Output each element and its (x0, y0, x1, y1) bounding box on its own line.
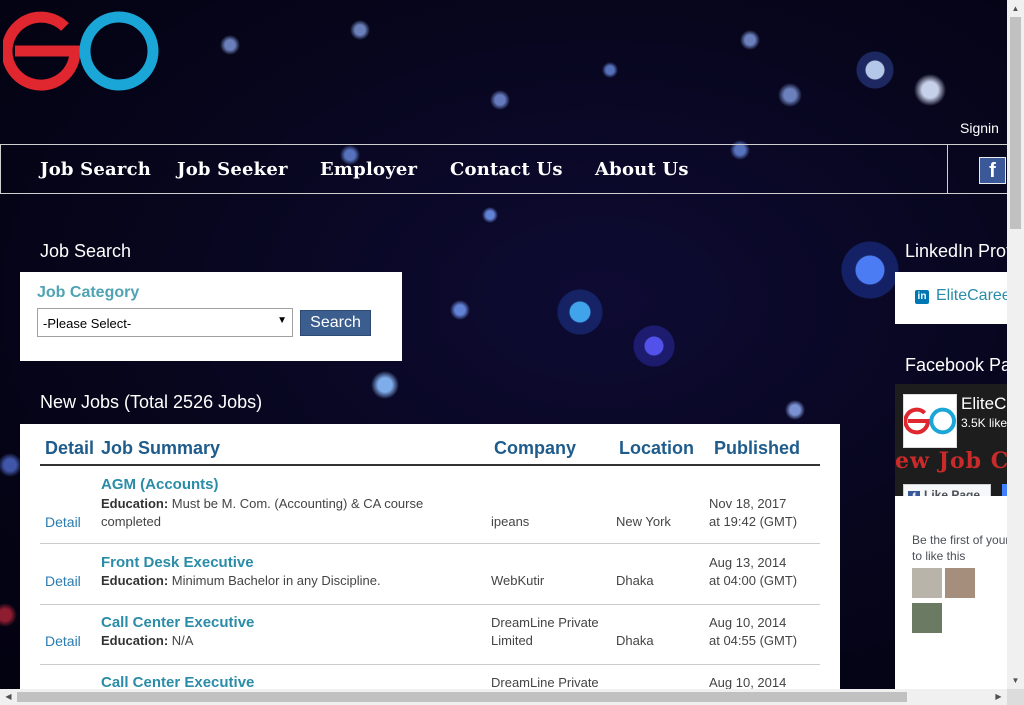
chevron-down-icon: ▼ (277, 315, 287, 326)
detail-link[interactable]: Detail (45, 633, 81, 649)
fb-first-line2: to like this (912, 549, 966, 563)
job-title-link[interactable]: Call Center Executive (101, 614, 254, 631)
fb-like-page-button[interactable]: f Like Page (903, 484, 991, 496)
detail-link[interactable]: Detail (45, 514, 81, 530)
col-header-job-summary: Job Summary (101, 438, 221, 458)
job-education: Education: Minimum Bachelor in any Disci… (101, 572, 381, 590)
col-header-location: Location (619, 438, 694, 458)
education-label: Education: (101, 633, 169, 648)
job-location: New York (616, 514, 671, 529)
table-row: Detail Call Center Executive Education: … (40, 604, 820, 665)
job-search-title: Job Search (40, 241, 132, 261)
fb-cover-text: ew Job C (895, 448, 1007, 474)
table-row: Detail AGM (Accounts) Education: Must be… (40, 466, 820, 544)
job-company: DreamLine Private (491, 615, 599, 630)
job-published-date: Nov 18, 2017 (709, 496, 787, 511)
job-title-link[interactable]: Call Center Executive (101, 674, 254, 689)
scroll-down-arrow-icon[interactable]: ▼ (1007, 672, 1024, 689)
friend-avatar[interactable] (945, 568, 975, 598)
new-jobs-title: New Jobs (Total 2526 Jobs) (40, 392, 263, 412)
detail-link[interactable]: Detail (45, 573, 81, 589)
fb-friend-faces (912, 568, 1007, 633)
nav-job-seeker[interactable]: Job Seeker (177, 159, 288, 180)
horizontal-scroll-thumb[interactable] (17, 692, 907, 702)
search-button[interactable]: Search (300, 310, 371, 336)
job-title-link[interactable]: AGM (Accounts) (101, 476, 219, 493)
fb-page-avatar[interactable] (903, 394, 957, 448)
linkedin-icon: in (915, 290, 929, 304)
job-company: DreamLine Private (491, 675, 599, 689)
job-location: Dhaka (616, 633, 654, 648)
scrollbar-corner (1007, 689, 1024, 705)
job-title-link[interactable]: Front Desk Executive (101, 554, 254, 571)
linkedin-link[interactable]: EliteCaree (936, 287, 1007, 305)
scroll-up-arrow-icon[interactable]: ▲ (1007, 0, 1024, 17)
nav-contact-us[interactable]: Contact Us (450, 159, 563, 180)
job-published-time: at 04:00 (GMT) (709, 573, 798, 588)
signin-link[interactable]: Signin (960, 120, 999, 136)
facebook-icon[interactable]: f (979, 157, 1006, 184)
nav-about-us[interactable]: About Us (595, 159, 689, 180)
main-nav: Job Search Job Seeker Employer Contact U… (0, 144, 1007, 194)
job-company: WebKutir (491, 573, 545, 588)
nav-employer[interactable]: Employer (320, 159, 417, 180)
job-location: Dhaka (616, 573, 654, 588)
eo-logo (3, 11, 159, 91)
right-sidebar: LinkedIn Prof in EliteCaree Facebook Pa … (895, 230, 1007, 689)
nav-divider (947, 145, 948, 193)
scroll-right-arrow-icon[interactable]: ▶ (990, 689, 1007, 705)
col-header-company: Company (494, 438, 577, 458)
fb-like-count: 3.5K like (961, 416, 1007, 430)
job-published-time: at 04:55 (GMT) (709, 633, 798, 648)
horizontal-scrollbar[interactable]: ◀ ▶ (0, 689, 1007, 705)
job-published-time: at 19:42 (GMT) (709, 514, 798, 529)
job-company-line2: Limited (491, 633, 533, 648)
facebook-cover: ew Job C EliteC 3.5K like f Like Page (895, 384, 1007, 496)
job-published-date: Aug 10, 2014 (709, 675, 787, 689)
job-company: ipeans (491, 514, 530, 529)
education-line2: completed (101, 514, 161, 529)
eo-logo-small (903, 407, 956, 435)
vertical-scrollbar[interactable]: ▲ ▼ (1007, 0, 1024, 689)
friend-avatar[interactable] (912, 603, 942, 633)
job-category-select-value: -Please Select- (43, 316, 132, 331)
facebook-page-title: Facebook Pa (905, 355, 1007, 375)
linkedin-profile-title: LinkedIn Prof (905, 241, 1007, 261)
job-education: Education: N/A (101, 632, 193, 650)
vertical-scroll-thumb[interactable] (1010, 17, 1021, 229)
fb-like-label: Like Page (924, 488, 981, 496)
col-header-published: Published (714, 438, 801, 458)
fb-first-line1: Be the first of your (912, 533, 1007, 547)
linkedin-widget: in EliteCaree (895, 272, 1007, 324)
education-label: Education: (101, 496, 169, 511)
education-line1: Minimum Bachelor in any Discipline. (171, 573, 381, 588)
fb-page-name[interactable]: EliteC (961, 394, 1006, 414)
education-line1: Must be M. Com. (Accounting) & CA course (171, 496, 424, 511)
education-line1: N/A (171, 633, 194, 648)
job-education: Education: Must be M. Com. (Accounting) … (101, 495, 423, 513)
nav-job-search[interactable]: Job Search (40, 159, 151, 180)
table-row: Detail Front Desk Executive Education: M… (40, 544, 820, 605)
facebook-icon: f (908, 491, 920, 496)
job-search-panel: Job Category -Please Select- ▼ Search (20, 272, 402, 361)
facebook-widget: ew Job C EliteC 3.5K like f Like Page Be … (895, 384, 1007, 689)
col-header-detail: Detail (45, 438, 95, 458)
friend-avatar[interactable] (912, 568, 942, 598)
job-published-date: Aug 10, 2014 (709, 615, 787, 630)
table-row: Call Center Executive DreamLine Private … (40, 664, 820, 689)
job-category-select[interactable]: -Please Select- ▼ (37, 308, 293, 337)
fb-first-like-text: Be the first of your to like this (912, 532, 1007, 564)
job-published-date: Aug 13, 2014 (709, 555, 787, 570)
jobs-table: Detail Job Summary Company Location Publ… (20, 424, 840, 689)
scroll-left-arrow-icon[interactable]: ◀ (0, 689, 17, 705)
education-label: Education: (101, 573, 169, 588)
job-category-label: Job Category (37, 284, 140, 301)
